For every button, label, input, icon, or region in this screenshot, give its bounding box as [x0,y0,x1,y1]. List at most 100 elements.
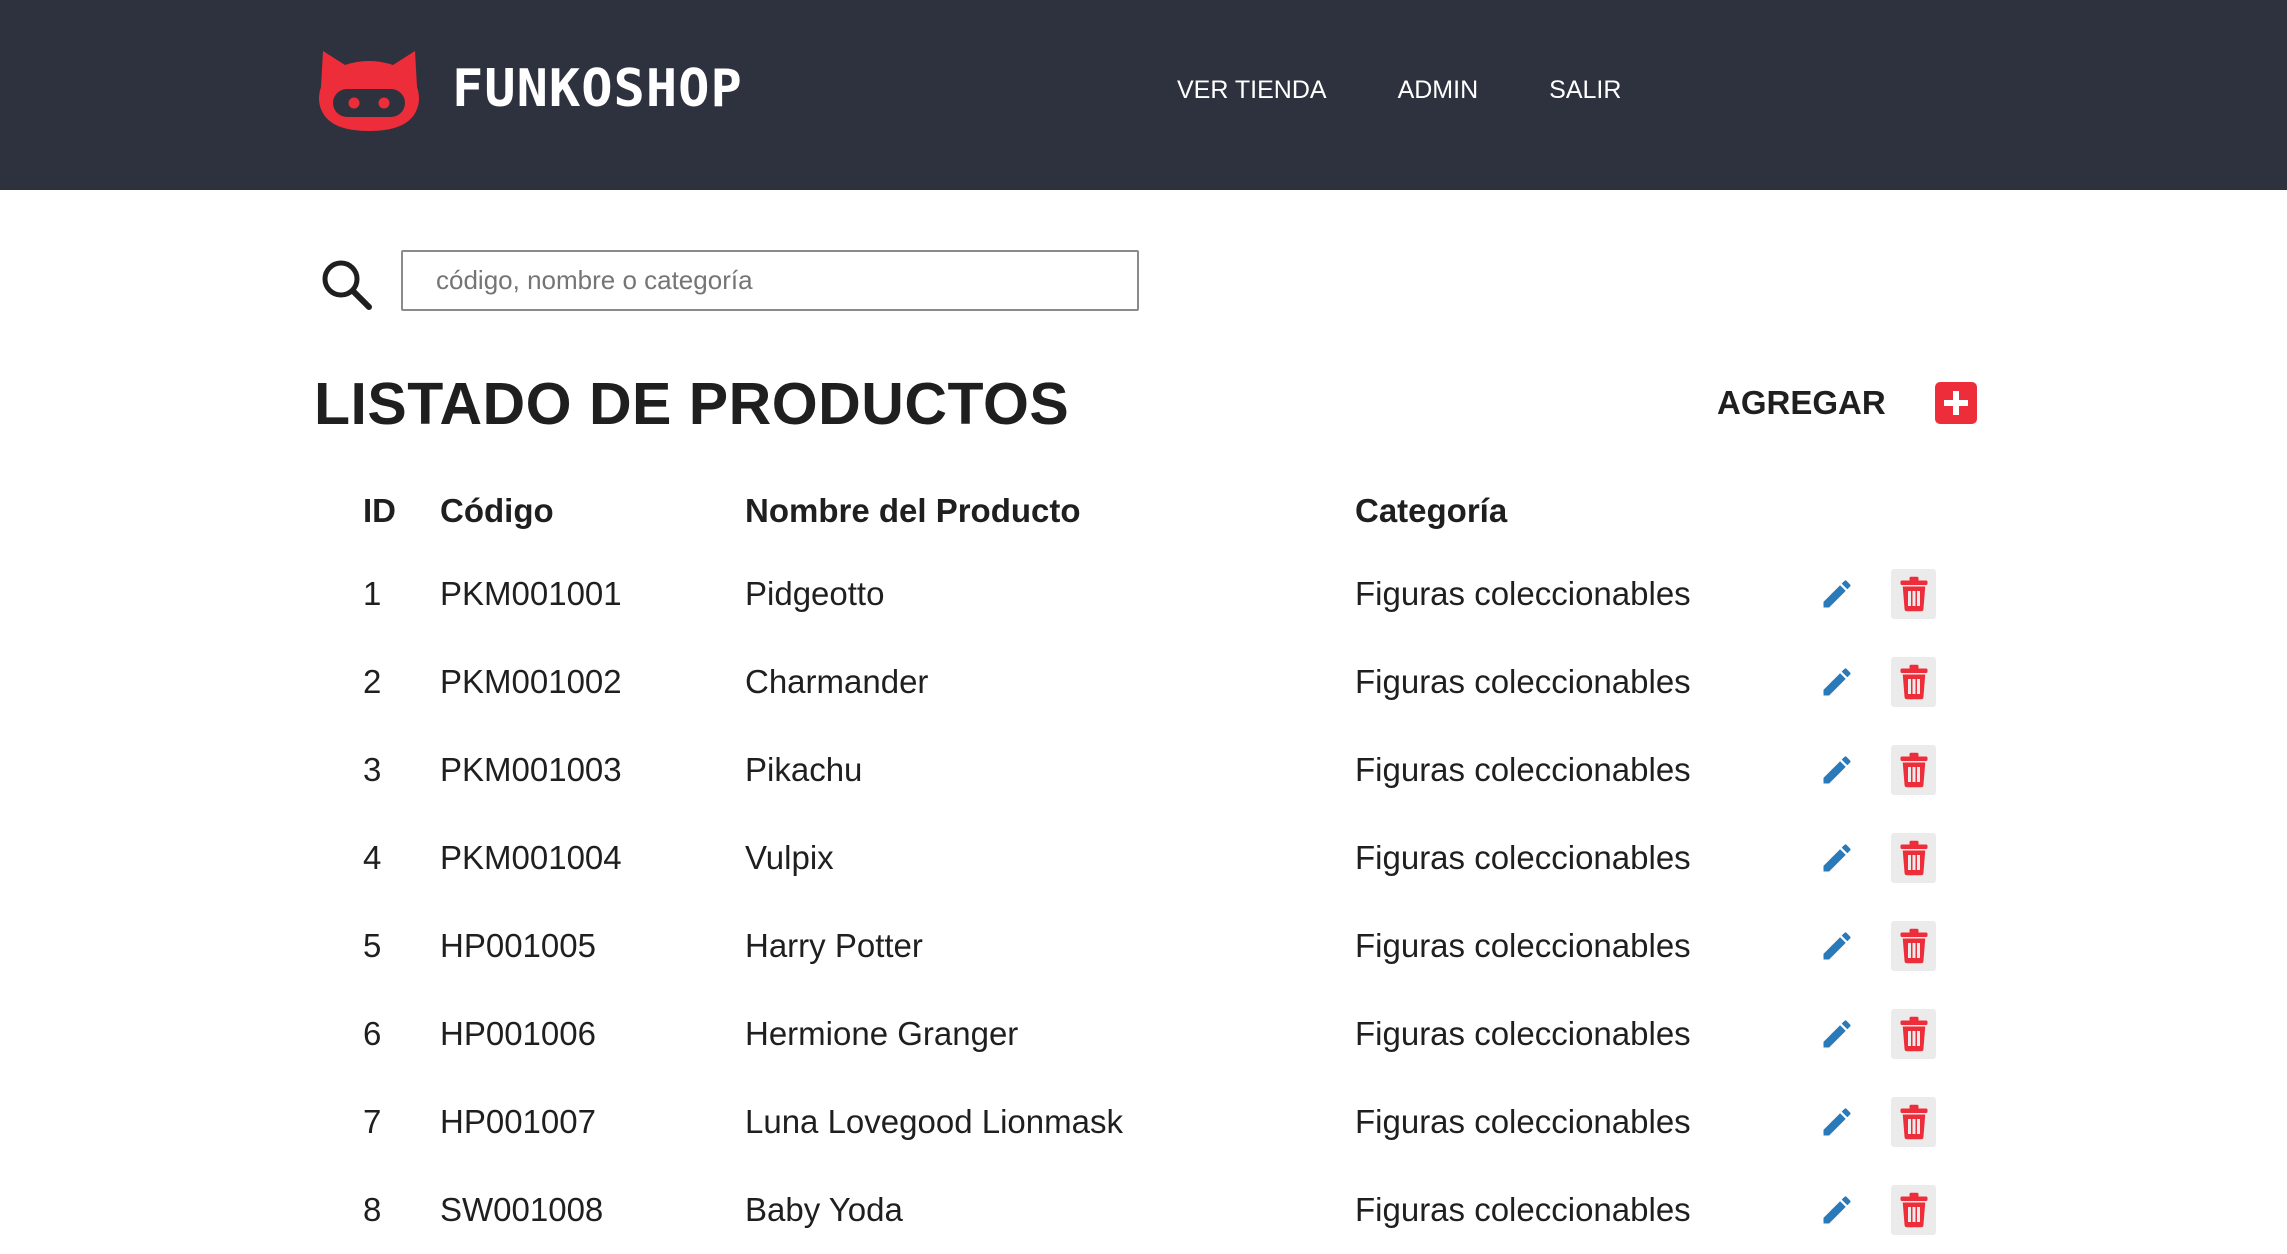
cell-category: Figuras coleccionables [1355,751,1691,788]
cell-id: 1 [363,575,382,612]
row-actions [1815,569,1936,619]
cell-name: Harry Potter [745,927,923,964]
table-row: 1 PKM001001 Pidgeotto Figuras colecciona… [363,534,1963,638]
row-actions [1815,833,1936,883]
cell-code: PKM001001 [440,575,622,612]
header-name: Nombre del Producto [745,492,1081,529]
edit-button[interactable] [1815,748,1859,792]
pencil-icon [1823,1020,1851,1048]
row-actions [1815,921,1936,971]
cell-id: 2 [363,663,382,700]
trash-icon [1900,664,1927,700]
cell-code: PKM001003 [440,751,622,788]
cell-category: Figuras coleccionables [1355,1103,1691,1140]
cell-code: HP001007 [440,1103,596,1140]
delete-button[interactable] [1891,745,1936,795]
row-actions [1815,1009,1936,1059]
edit-button[interactable] [1815,1188,1859,1232]
add-label: AGREGAR [1717,384,1886,421]
row-actions [1815,745,1936,795]
delete-button[interactable] [1891,569,1936,619]
delete-button[interactable] [1891,1009,1936,1059]
delete-button[interactable] [1891,1097,1936,1147]
cell-id: 7 [363,1103,382,1140]
pencil-icon [1823,756,1851,784]
trash-icon [1900,576,1927,612]
cell-category: Figuras coleccionables [1355,839,1691,876]
cell-name: Hermione Granger [745,1015,1019,1052]
edit-button[interactable] [1815,1100,1859,1144]
table-row: 2 PKM001002 Charmander Figuras coleccion… [363,638,1963,726]
cell-category: Figuras coleccionables [1355,927,1691,964]
table-row: 7 HP001007 Luna Lovegood Lionmask Figura… [363,1078,1963,1166]
cat-face-icon [319,51,419,131]
edit-button[interactable] [1815,924,1859,968]
cell-name: Charmander [745,663,929,700]
delete-button[interactable] [1891,1185,1936,1235]
table-row: 6 HP001006 Hermione Granger Figuras cole… [363,990,1963,1078]
cell-category: Figuras coleccionables [1355,1015,1691,1052]
edit-button[interactable] [1815,572,1859,616]
delete-button[interactable] [1891,921,1936,971]
edit-button[interactable] [1815,660,1859,704]
plus-square-icon[interactable] [1934,382,1977,424]
cell-name: Vulpix [745,839,834,876]
trash-icon [1900,840,1927,876]
nav-salir[interactable]: SALIR [1549,76,1621,105]
table-body: 1 PKM001001 Pidgeotto Figuras colecciona… [363,534,1963,1254]
brand-name: FUNKOSHOP [452,59,743,119]
cell-category: Figuras coleccionables [1355,575,1691,612]
table-row: 5 HP001005 Harry Potter Figuras coleccio… [363,902,1963,990]
add-product-button[interactable]: AGREGAR [1717,382,1977,424]
cell-code: PKM001002 [440,663,622,700]
trash-icon [1900,1104,1927,1140]
trash-icon [1900,752,1927,788]
pencil-icon [1823,668,1851,696]
cell-code: HP001006 [440,1015,596,1052]
table-row: 8 SW001008 Baby Yoda Figuras coleccionab… [363,1166,1963,1254]
cell-code: HP001005 [440,927,596,964]
table-row: 4 PKM001004 Vulpix Figuras coleccionable… [363,814,1963,902]
search-icon[interactable] [320,258,374,312]
trash-icon [1900,928,1927,964]
cell-id: 8 [363,1191,382,1228]
brand-logo[interactable]: FUNKOSHOP [313,43,743,135]
cell-id: 3 [363,751,382,788]
cell-id: 4 [363,839,382,876]
table-row: 3 PKM001003 Pikachu Figuras coleccionabl… [363,726,1963,814]
pencil-icon [1823,932,1851,960]
products-table: ID Código Nombre del Producto Categoría … [363,488,1963,1254]
cell-id: 5 [363,927,382,964]
header-id: ID [363,492,396,529]
header-code: Código [440,492,554,529]
row-actions [1815,1185,1936,1235]
table-header: ID Código Nombre del Producto Categoría [363,488,1963,534]
delete-button[interactable] [1891,833,1936,883]
edit-button[interactable] [1815,836,1859,880]
edit-button[interactable] [1815,1012,1859,1056]
pencil-icon [1823,1108,1851,1136]
main-nav: VER TIENDA ADMIN SALIR [1177,76,1692,105]
pencil-icon [1823,580,1851,608]
nav-admin[interactable]: ADMIN [1398,76,1479,105]
pencil-icon [1823,1196,1851,1224]
trash-icon [1900,1016,1927,1052]
search-input[interactable] [401,250,1139,311]
cell-name: Pidgeotto [745,575,885,612]
top-header: FUNKOSHOP VER TIENDA ADMIN SALIR [0,0,2287,190]
cell-category: Figuras coleccionables [1355,663,1691,700]
row-actions [1815,1097,1936,1147]
cell-name: Pikachu [745,751,863,788]
page-title: LISTADO DE PRODUCTOS [314,371,1070,437]
cell-code: PKM001004 [440,839,622,876]
header-category: Categoría [1355,492,1508,529]
cell-id: 6 [363,1015,382,1052]
pencil-icon [1823,844,1851,872]
cell-code: SW001008 [440,1191,604,1228]
cell-name: Luna Lovegood Lionmask [745,1103,1123,1140]
nav-ver-tienda[interactable]: VER TIENDA [1177,76,1327,105]
trash-icon [1900,1192,1927,1228]
row-actions [1815,657,1936,707]
cell-category: Figuras coleccionables [1355,1191,1691,1228]
delete-button[interactable] [1891,657,1936,707]
